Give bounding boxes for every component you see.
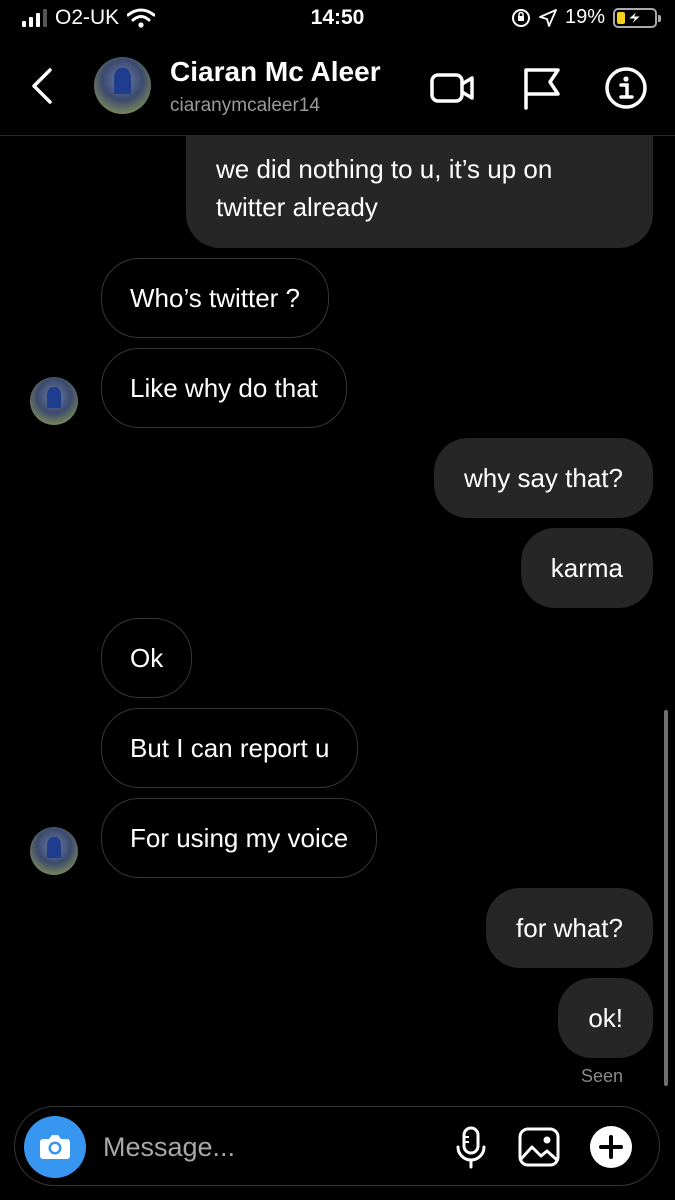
message-text: Like why do that [130, 373, 318, 403]
message-text: Ok [130, 643, 164, 673]
message-text: why say that? [464, 463, 623, 493]
contact-avatar[interactable] [94, 57, 151, 114]
info-icon[interactable] [602, 64, 650, 112]
message-bubble-outgoing[interactable]: karma [520, 528, 653, 608]
charging-bolt-icon [626, 10, 643, 25]
sender-avatar[interactable] [30, 827, 78, 875]
message-text: karma [550, 553, 623, 583]
scrollbar-thumb[interactable] [664, 710, 668, 1086]
message-text: ok! [588, 1003, 623, 1033]
status-right: 19% [511, 6, 661, 29]
message-bubble-incoming[interactable]: Like why do that [101, 348, 347, 428]
message-bubble-incoming[interactable]: Ok [101, 618, 193, 698]
battery-percent: 19% [564, 6, 605, 28]
contact-name[interactable]: Ciaran Mc Aleer [170, 56, 381, 88]
message-text: For using my voice [130, 823, 349, 853]
location-arrow-icon [539, 8, 557, 27]
camera-button[interactable] [24, 1116, 86, 1178]
orientation-lock-icon [511, 8, 530, 27]
message-bubble-outgoing[interactable]: ok! [558, 978, 653, 1058]
sender-avatar[interactable] [30, 377, 78, 425]
microphone-icon[interactable] [447, 1123, 495, 1171]
message-text: for what? [516, 913, 623, 943]
camera-icon [40, 1135, 70, 1159]
message-bubble-incoming[interactable]: But I can report u [101, 708, 359, 788]
message-input[interactable] [103, 1129, 423, 1165]
message-composer [14, 1106, 660, 1186]
video-call-icon[interactable] [428, 64, 476, 112]
seen-receipt: Seen [580, 1066, 623, 1086]
message-text: But I can report u [130, 733, 330, 763]
message-text: we did nothing to u, it’s up on twitter … [216, 154, 553, 222]
message-bubble-outgoing[interactable]: for what? [486, 888, 653, 968]
message-bubble-outgoing[interactable]: why say that? [434, 438, 653, 518]
contact-username[interactable]: ciaranymcaleer14 [170, 95, 320, 117]
add-icon[interactable] [587, 1123, 635, 1171]
message-thread[interactable]: we did nothing to u, it’s up on twitter … [0, 136, 675, 1096]
message-bubble-outgoing[interactable]: we did nothing to u, it’s up on twitter … [186, 136, 653, 248]
flag-icon[interactable] [518, 64, 566, 112]
chat-header: Ciaran Mc Aleer ciaranymcaleer14 [0, 40, 675, 136]
message-text: Who’s twitter ? [130, 283, 301, 313]
battery-icon [613, 7, 661, 28]
message-bubble-incoming[interactable]: Who’s twitter ? [101, 258, 330, 338]
back-icon[interactable] [28, 66, 58, 106]
gallery-icon[interactable] [515, 1123, 563, 1171]
message-bubble-incoming[interactable]: For using my voice [101, 798, 378, 878]
status-bar: O2-UK 14:50 19% [0, 0, 675, 40]
